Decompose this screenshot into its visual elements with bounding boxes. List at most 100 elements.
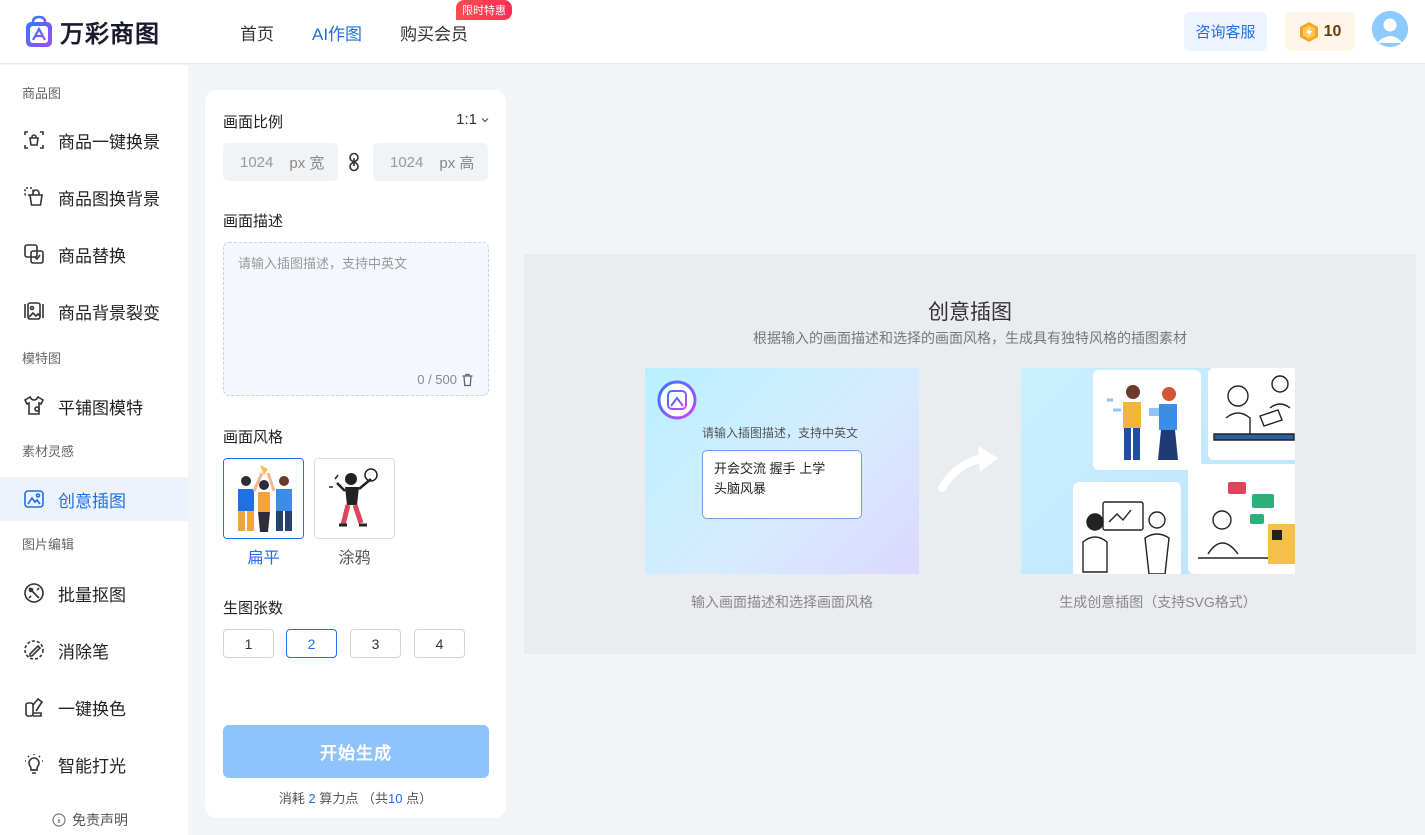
section-title-model: 模特图 (22, 351, 62, 366)
left-sidebar: 商品图 商品一键换景 商品图换背景 商品替换 商品背景裂变 模特图 平铺图模特 … (0, 65, 188, 835)
sidebar-item-flat-model[interactable]: 平铺图模特 (0, 384, 188, 428)
sidebar-item-smart-lighting[interactable]: 智能打光 (0, 742, 188, 786)
preview-subtitle: 根据输入的画面描述和选择的画面风格，生成具有独特风格的插图素材 (753, 330, 1187, 346)
product-replace-icon (24, 244, 44, 264)
style-option-flat[interactable] (223, 458, 304, 539)
cost-info: 消耗 2 算力点 （共10 点） (205, 788, 506, 807)
promo-badge: 限时特惠 (456, 0, 513, 20)
count-option-1[interactable]: 1 (223, 629, 274, 658)
nav-buy-vip[interactable]: 购买会员 限时特惠 (400, 0, 513, 45)
output-card-brainstorm (1073, 482, 1181, 574)
char-count: 0 / 500 (417, 372, 457, 387)
sidebar-item-label: 商品替换 (58, 246, 126, 266)
width-unit: px 宽 (289, 154, 325, 172)
brainstorm-illustration (1082, 501, 1170, 574)
width-value: 1024 (240, 153, 274, 171)
output-card-chat (1188, 464, 1295, 574)
style-label: 画面风格 (223, 429, 284, 446)
aspect-link-icon[interactable] (348, 152, 360, 172)
sidebar-item-eraser-pen[interactable]: 消除笔 (0, 628, 188, 672)
description-textarea[interactable]: 请输入插图描述，支持中英文 0 / 500 (223, 242, 489, 396)
nav-ai-draw[interactable]: AI作图 (312, 20, 362, 45)
count-option-2[interactable]: 2 (286, 629, 337, 658)
count-option-3[interactable]: 3 (350, 629, 401, 658)
eraser-pen-icon (24, 640, 44, 660)
sidebar-item-replace-background[interactable]: 商品图换背景 (0, 175, 188, 219)
ratio-label: 画面比例 (223, 114, 284, 131)
nav-buy-vip-label: 购买会员 (400, 24, 469, 44)
height-value: 1024 (390, 153, 424, 171)
sidebar-item-creative-illustration[interactable]: 创意插图 (0, 477, 188, 521)
arrow-right-icon (938, 446, 998, 492)
bag-swap-icon (24, 187, 43, 206)
style-option-doodle[interactable] (314, 458, 395, 539)
section-title-product: 商品图 (22, 86, 62, 101)
sidebar-item-label: 批量抠图 (58, 585, 126, 605)
doodle-style-thumbnail (315, 459, 394, 538)
settings-panel: 画面比例 1:1 1024 px 宽 1024 px 高 画面描述 请输入插图描… (205, 90, 506, 818)
cost-mid: 算力点 （共 (319, 791, 388, 806)
generate-button[interactable]: 开始生成 (223, 725, 489, 778)
chat-illustration (1198, 482, 1295, 564)
sidebar-item-label: 平铺图模特 (58, 398, 143, 418)
study-illustration (1213, 375, 1295, 441)
sidebar-item-label: 商品一键换景 (58, 132, 160, 152)
brand-logo-icon (26, 15, 52, 47)
ratio-value: 1:1 (456, 111, 477, 128)
nav-home[interactable]: 首页 (240, 20, 274, 45)
user-avatar[interactable] (1372, 11, 1408, 47)
cost-prefix: 消耗 (278, 791, 305, 806)
disclaimer-link[interactable]: 免责声明 (52, 810, 128, 830)
points-balance[interactable]: 10 (1285, 12, 1355, 51)
sidebar-item-label: 商品背景裂变 (58, 303, 160, 323)
points-hexagon-icon (1299, 21, 1318, 42)
user-avatar-icon (1372, 11, 1408, 47)
cutout-icon (24, 583, 44, 603)
caption-output: 生成创意插图（支持SVG格式） (1059, 594, 1257, 610)
sidebar-item-background-fission[interactable]: 商品背景裂变 (0, 289, 188, 333)
info-icon (52, 813, 66, 827)
sidebar-item-one-click-scene[interactable]: 商品一键换景 (0, 118, 188, 162)
section-title-edit: 图片编辑 (22, 537, 75, 552)
input-example-image: 请输入插图描述，支持中英文 开会交流 握手 上学 头脑风暴 (645, 368, 919, 574)
light-bulb-icon (25, 754, 43, 774)
sidebar-item-label: 智能打光 (58, 756, 126, 776)
top-header: 万彩商图 首页 AI作图 购买会员 限时特惠 咨询客服 10 (0, 0, 1425, 64)
sidebar-item-recolor[interactable]: 一键换色 (0, 685, 188, 729)
scan-bag-icon (24, 131, 44, 149)
image-fission-icon (24, 302, 44, 320)
count-option-4[interactable]: 4 (414, 629, 465, 658)
brand-name: 万彩商图 (60, 21, 160, 48)
sidebar-item-product-replace[interactable]: 商品替换 (0, 232, 188, 276)
meeting-illustration (1107, 385, 1178, 460)
brand-logo[interactable]: 万彩商图 (24, 14, 160, 49)
output-card-meeting (1093, 370, 1201, 470)
sidebar-item-label: 创意插图 (58, 491, 126, 511)
sidebar-item-label: 消除笔 (58, 642, 109, 662)
trash-icon[interactable] (461, 373, 474, 387)
count-label: 生图张数 (223, 600, 284, 617)
cost-value: 2 (308, 791, 316, 806)
example-input-line1: 开会交流 握手 上学 (714, 461, 826, 476)
cost-suffix: 点） (406, 791, 433, 806)
example-input-box: 开会交流 握手 上学 头脑风暴 (702, 450, 862, 519)
output-example-image (1021, 368, 1295, 574)
sidebar-item-batch-cutout[interactable]: 批量抠图 (0, 571, 188, 615)
description-counter: 0 / 500 (417, 372, 474, 387)
flat-style-thumbnail (224, 459, 303, 538)
cost-total: 10 (388, 791, 403, 806)
feature-preview: 创意插图 根据输入的画面描述和选择的画面风格，生成具有独特风格的插图素材 请输入… (524, 254, 1416, 654)
height-unit: px 高 (439, 154, 475, 172)
disclaimer-label: 免责声明 (72, 812, 128, 828)
output-card-study (1208, 368, 1295, 460)
ratio-select[interactable]: 1:1 (456, 111, 490, 128)
height-input[interactable]: 1024 px 高 (373, 143, 488, 181)
main-nav: 首页 AI作图 购买会员 限时特惠 (240, 0, 513, 64)
chevron-down-icon (481, 117, 489, 122)
consult-service-button[interactable]: 咨询客服 (1184, 12, 1267, 51)
width-input[interactable]: 1024 px 宽 (223, 143, 338, 181)
preview-title: 创意插图 (928, 301, 1012, 324)
sidebar-item-label: 商品图换背景 (58, 189, 160, 209)
example-input-hint: 请输入插图描述，支持中英文 (702, 426, 859, 440)
example-input-line2: 头脑风暴 (714, 481, 767, 496)
